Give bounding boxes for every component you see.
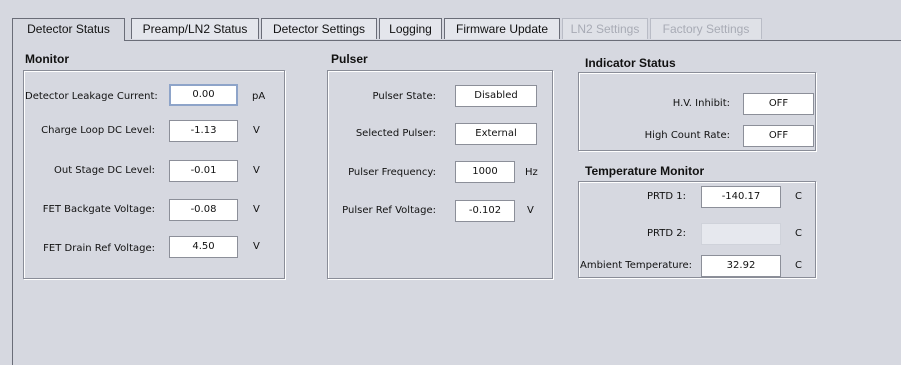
tab-preamp-ln2-status[interactable]: Preamp/LN2 Status (131, 18, 259, 39)
hv-inhibit-field: OFF (743, 93, 814, 115)
pulser-state-label: Pulser State: (372, 91, 436, 102)
ambient-temperature-field: 32.92 (701, 255, 781, 277)
pulser-frequency-field[interactable]: 1000 (455, 161, 515, 183)
temperature-monitor-title: Temperature Monitor (585, 164, 705, 178)
tab-logging[interactable]: Logging (379, 18, 442, 39)
pulser-frequency-unit: Hz (525, 167, 538, 178)
prtd-2-unit: C (795, 228, 802, 239)
fet-backgate-voltage-field[interactable]: -0.08 (169, 199, 238, 221)
high-count-rate-field: OFF (743, 125, 814, 147)
pulser-title: Pulser (331, 52, 368, 66)
ambient-temperature-unit: C (795, 260, 802, 271)
high-count-rate-label: High Count Rate: (644, 130, 730, 141)
out-stage-dc-level-label: Out Stage DC Level: (53, 165, 155, 176)
fet-backgate-voltage-unit: V (253, 204, 260, 215)
pulser-ref-voltage-unit: V (527, 205, 534, 216)
tab-detector-status[interactable]: Detector Status (12, 18, 125, 41)
indicator-status-title: Indicator Status (585, 56, 676, 70)
fet-drain-ref-voltage-label: FET Drain Ref Voltage: (43, 243, 155, 254)
prtd-2-field (701, 223, 781, 245)
prtd-1-field: -140.17 (701, 186, 781, 208)
fet-backgate-voltage-label: FET Backgate Voltage: (42, 204, 155, 215)
tab-factory-settings: Factory Settings (650, 18, 762, 39)
pulser-ref-voltage-field[interactable]: -0.102 (455, 200, 515, 222)
tab-firmware-update[interactable]: Firmware Update (444, 18, 560, 39)
pulser-state-field[interactable]: Disabled (455, 85, 537, 107)
detector-leakage-current-field[interactable]: 0.00 (169, 84, 238, 106)
prtd-1-unit: C (795, 191, 802, 202)
tab-ln2-settings: LN2 Settings (562, 18, 648, 39)
prtd-1-label: PRTD 1: (647, 191, 686, 202)
selected-pulser-field[interactable]: External (455, 123, 537, 145)
detector-leakage-current-label: Detector Leakage Current: (25, 91, 158, 102)
hv-inhibit-label: H.V. Inhibit: (672, 98, 730, 109)
tab-bar: Detector Status Preamp/LN2 Status Detect… (12, 18, 901, 41)
content-border (12, 40, 13, 365)
charge-loop-dc-level-label: Charge Loop DC Level: (41, 125, 155, 136)
fet-drain-ref-voltage-unit: V (253, 241, 260, 252)
pulser-frequency-label: Pulser Frequency: (348, 167, 436, 178)
tab-divider (12, 40, 901, 41)
pulser-ref-voltage-label: Pulser Ref Voltage: (342, 205, 436, 216)
out-stage-dc-level-field[interactable]: -0.01 (169, 160, 238, 182)
tab-detector-settings[interactable]: Detector Settings (261, 18, 377, 39)
ambient-temperature-label: Ambient Temperature: (580, 260, 693, 271)
prtd-2-label: PRTD 2: (647, 228, 686, 239)
charge-loop-dc-level-unit: V (253, 125, 260, 136)
selected-pulser-label: Selected Pulser: (355, 128, 436, 139)
monitor-title: Monitor (25, 52, 69, 66)
out-stage-dc-level-unit: V (253, 165, 260, 176)
detector-leakage-current-unit: pA (252, 91, 266, 102)
charge-loop-dc-level-field[interactable]: -1.13 (169, 120, 238, 142)
fet-drain-ref-voltage-field[interactable]: 4.50 (169, 236, 238, 258)
